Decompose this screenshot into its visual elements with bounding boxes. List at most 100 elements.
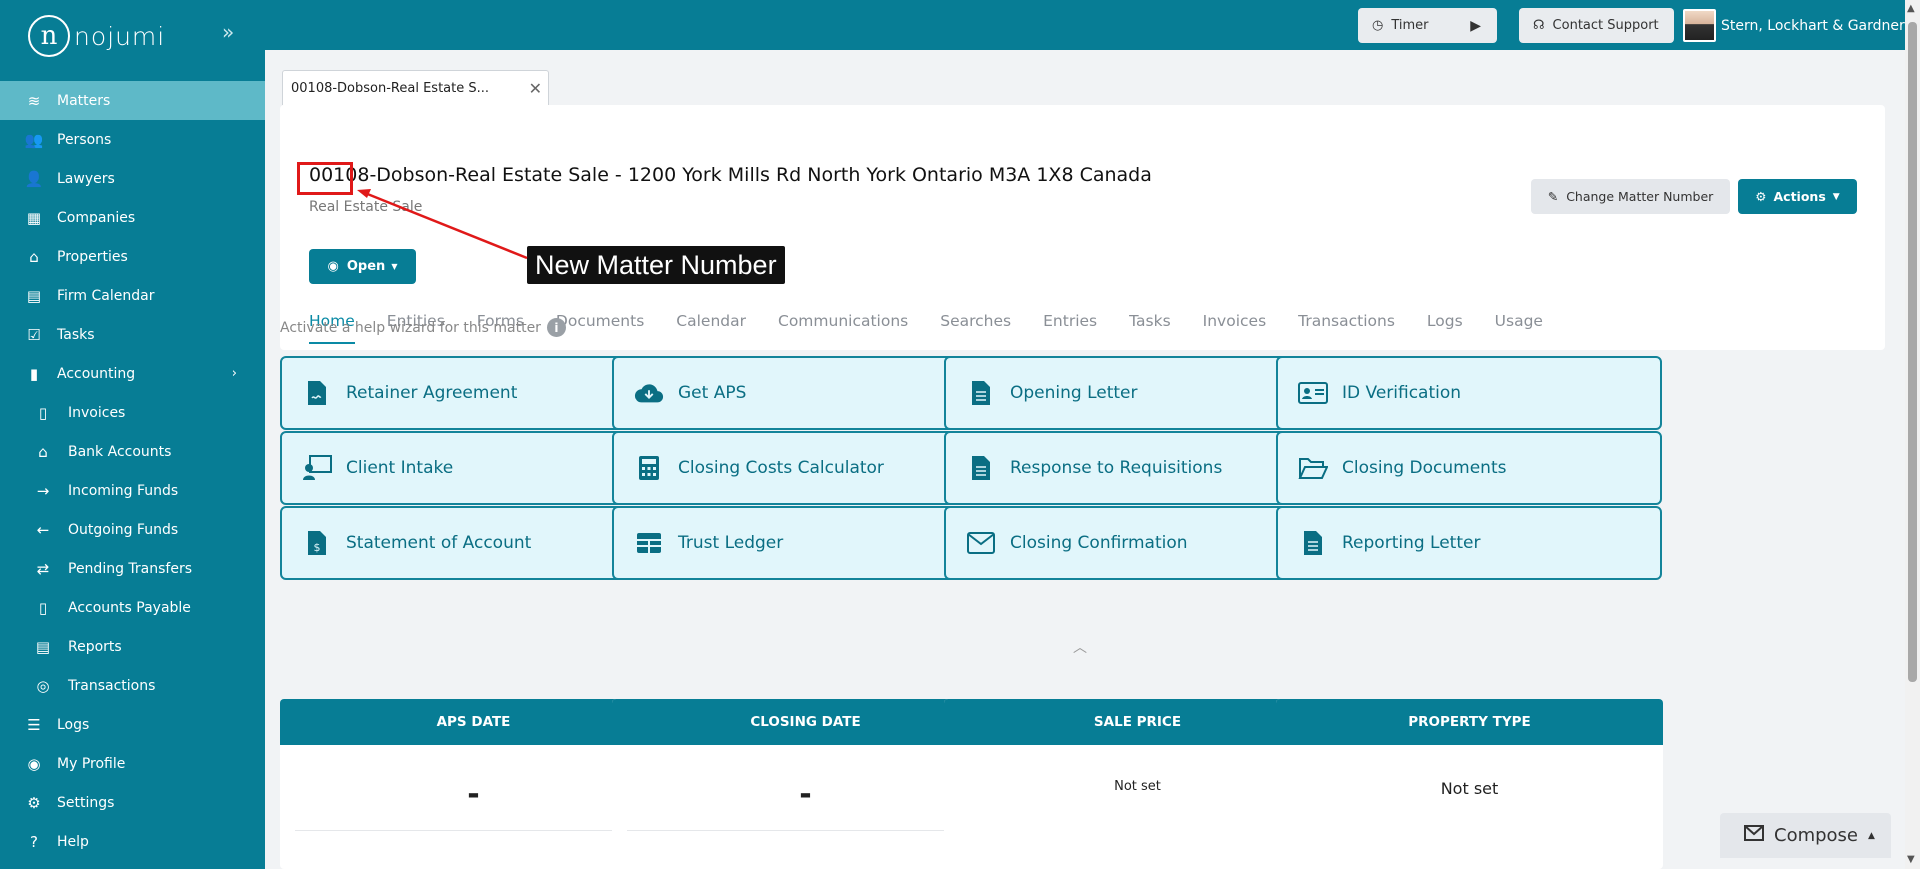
sidebar-item-label: Logs [57,716,90,733]
wizard-client-intake[interactable]: Client Intake [280,431,666,505]
sidebar-item-label: Help [57,833,89,850]
headset-icon: ☊ [1533,18,1545,33]
wizard-label: Client Intake [346,458,454,478]
chevron-up-icon[interactable]: ︿ [1073,637,1087,657]
wizard-closing-costs-calculator[interactable]: Closing Costs Calculator [612,431,998,505]
scroll-thumb[interactable] [1908,22,1917,682]
contact-support-button[interactable]: ☊ Contact Support [1519,8,1674,43]
sidebar-item-settings[interactable]: ⚙ Settings [0,783,265,822]
sidebar-item-transactions[interactable]: ◎ Transactions [0,666,265,705]
tab-searches[interactable]: Searches [940,312,1011,344]
logo[interactable]: n nojumi [28,14,165,58]
scroll-down-icon[interactable]: ▼ [1907,854,1915,865]
sidebar-item-label: Tasks [57,326,95,343]
sidebar-item-companies[interactable]: ▦ Companies [0,198,265,237]
sidebar-item-outgoing-funds[interactable]: ← Outgoing Funds [0,510,265,549]
info-card-closing-date: CLOSING DATE - [612,699,999,869]
tab-logs[interactable]: Logs [1427,312,1463,344]
user-menu[interactable]: Stern, Lockhart & Gardner [1683,9,1905,42]
scrollbar[interactable]: ▲ ▼ [1905,0,1920,869]
wizard-id-verification[interactable]: ID Verification [1276,356,1662,430]
status-dropdown[interactable]: ◉ Open ▼ [309,249,416,284]
sidebar-item-label: Properties [57,248,128,265]
file-invoice-dollar-icon: $ [302,528,332,558]
tab-tasks[interactable]: Tasks [1129,312,1171,344]
tab-documents[interactable]: Documents [556,312,644,344]
caret-down-icon: ▼ [1832,191,1840,202]
sidebar-item-firm-calendar[interactable]: ▤ Firm Calendar [0,276,265,315]
sidebar-item-accounts-payable[interactable]: ▯ Accounts Payable [0,588,265,627]
tab-communications[interactable]: Communications [778,312,908,344]
info-icon[interactable]: i [546,318,566,337]
actions-label: Actions [1773,189,1826,204]
divider [627,830,984,831]
highlight-box [297,162,353,195]
coins-icon: ◎ [36,676,50,695]
matter-tab-label: 00108-Dobson-Real Estate S... [291,80,490,96]
wizard-closing-confirmation[interactable]: Closing Confirmation [944,506,1330,580]
wizard-reporting-letter[interactable]: Reporting Letter [1276,506,1662,580]
sidebar-item-invoices[interactable]: ▯ Invoices [0,393,265,432]
actions-button[interactable]: ⚙ Actions ▼ [1738,179,1857,214]
divider [295,830,652,831]
wizard-get-aps[interactable]: Get APS [612,356,998,430]
wizard-closing-documents[interactable]: Closing Documents [1276,431,1662,505]
sidebar-item-accounting[interactable]: ▮ Accounting › [0,354,265,393]
collapse-sidebar-icon[interactable]: » [222,20,234,44]
gear-icon: ⚙ [27,793,41,812]
sidebar-item-label: Reports [68,638,122,655]
tab-calendar[interactable]: Calendar [676,312,746,344]
sidebar-item-logs[interactable]: ☰ Logs [0,705,265,744]
tab-invoices[interactable]: Invoices [1203,312,1267,344]
invoice-dollar-icon: ▯ [38,598,48,617]
wizard-trust-ledger[interactable]: Trust Ledger [612,506,998,580]
sidebar-item-lawyers[interactable]: 👤 Lawyers [0,159,265,198]
sidebar-item-label: Accounting [57,365,136,382]
wizard-retainer-agreement[interactable]: Retainer Agreement [280,356,666,430]
sidebar-item-label: Pending Transfers [68,560,193,577]
sidebar-item-properties[interactable]: ⌂ Properties [0,237,265,276]
file-text-icon [1298,528,1328,558]
sidebar-item-tasks[interactable]: ☑ Tasks [0,315,265,354]
svg-text:$: $ [314,541,321,554]
avatar [1683,9,1716,42]
play-icon: ▶ [1470,17,1481,34]
sidebar-item-matters[interactable]: ≋ Matters [0,81,265,120]
timer-button[interactable]: ◷ Timer ▶ [1358,8,1497,43]
sidebar-item-pending-transfers[interactable]: ⇄ Pending Transfers [0,549,265,588]
calendar-icon: ▤ [26,286,42,305]
envelope-icon [966,528,996,558]
firm-name: Stern, Lockhart & Gardner [1721,17,1905,34]
sidebar-item-persons[interactable]: 👥 Persons [0,120,265,159]
info-card-property-type: PROPERTY TYPE Not set [1276,699,1663,869]
close-icon[interactable]: ✕ [529,79,542,98]
change-matter-number-button[interactable]: ✎ Change Matter Number [1531,179,1730,214]
wizard-label: Retainer Agreement [346,383,518,403]
gear-icon: ⚙ [1755,189,1767,204]
wizard-label: Statement of Account [346,533,532,553]
report-icon: ▤ [35,637,51,656]
timer-label: Timer [1391,18,1429,33]
wizard-statement-of-account[interactable]: $ Statement of Account [280,506,666,580]
sidebar-item-my-profile[interactable]: ◉ My Profile [0,744,265,783]
wizard-label: Get APS [678,383,747,403]
matter-tab[interactable]: 00108-Dobson-Real Estate S... ✕ [282,70,549,105]
sidebar-item-label: Accounts Payable [68,599,191,616]
tab-entries[interactable]: Entries [1043,312,1097,344]
sidebar-item-bank-accounts[interactable]: ⌂ Bank Accounts [0,432,265,471]
sidebar-item-label: Incoming Funds [68,482,179,499]
tab-transactions[interactable]: Transactions [1298,312,1395,344]
logo-text: nojumi [74,21,166,51]
book-icon: ▮ [29,364,39,383]
change-matter-number-label: Change Matter Number [1566,189,1714,204]
tab-usage[interactable]: Usage [1495,312,1543,344]
wizard-label: Trust Ledger [678,533,784,553]
sidebar-item-help[interactable]: ? Help [0,822,265,861]
wizard-opening-letter[interactable]: Opening Letter [944,356,1330,430]
sidebar-item-reports[interactable]: ▤ Reports [0,627,265,666]
scroll-up-icon[interactable]: ▲ [1907,3,1915,14]
wizard-response-to-requisitions[interactable]: Response to Requisitions [944,431,1330,505]
compose-button[interactable]: Compose ▲ [1720,813,1891,858]
info-card-value: Not set [1440,779,1499,798]
sidebar-item-incoming-funds[interactable]: → Incoming Funds [0,471,265,510]
